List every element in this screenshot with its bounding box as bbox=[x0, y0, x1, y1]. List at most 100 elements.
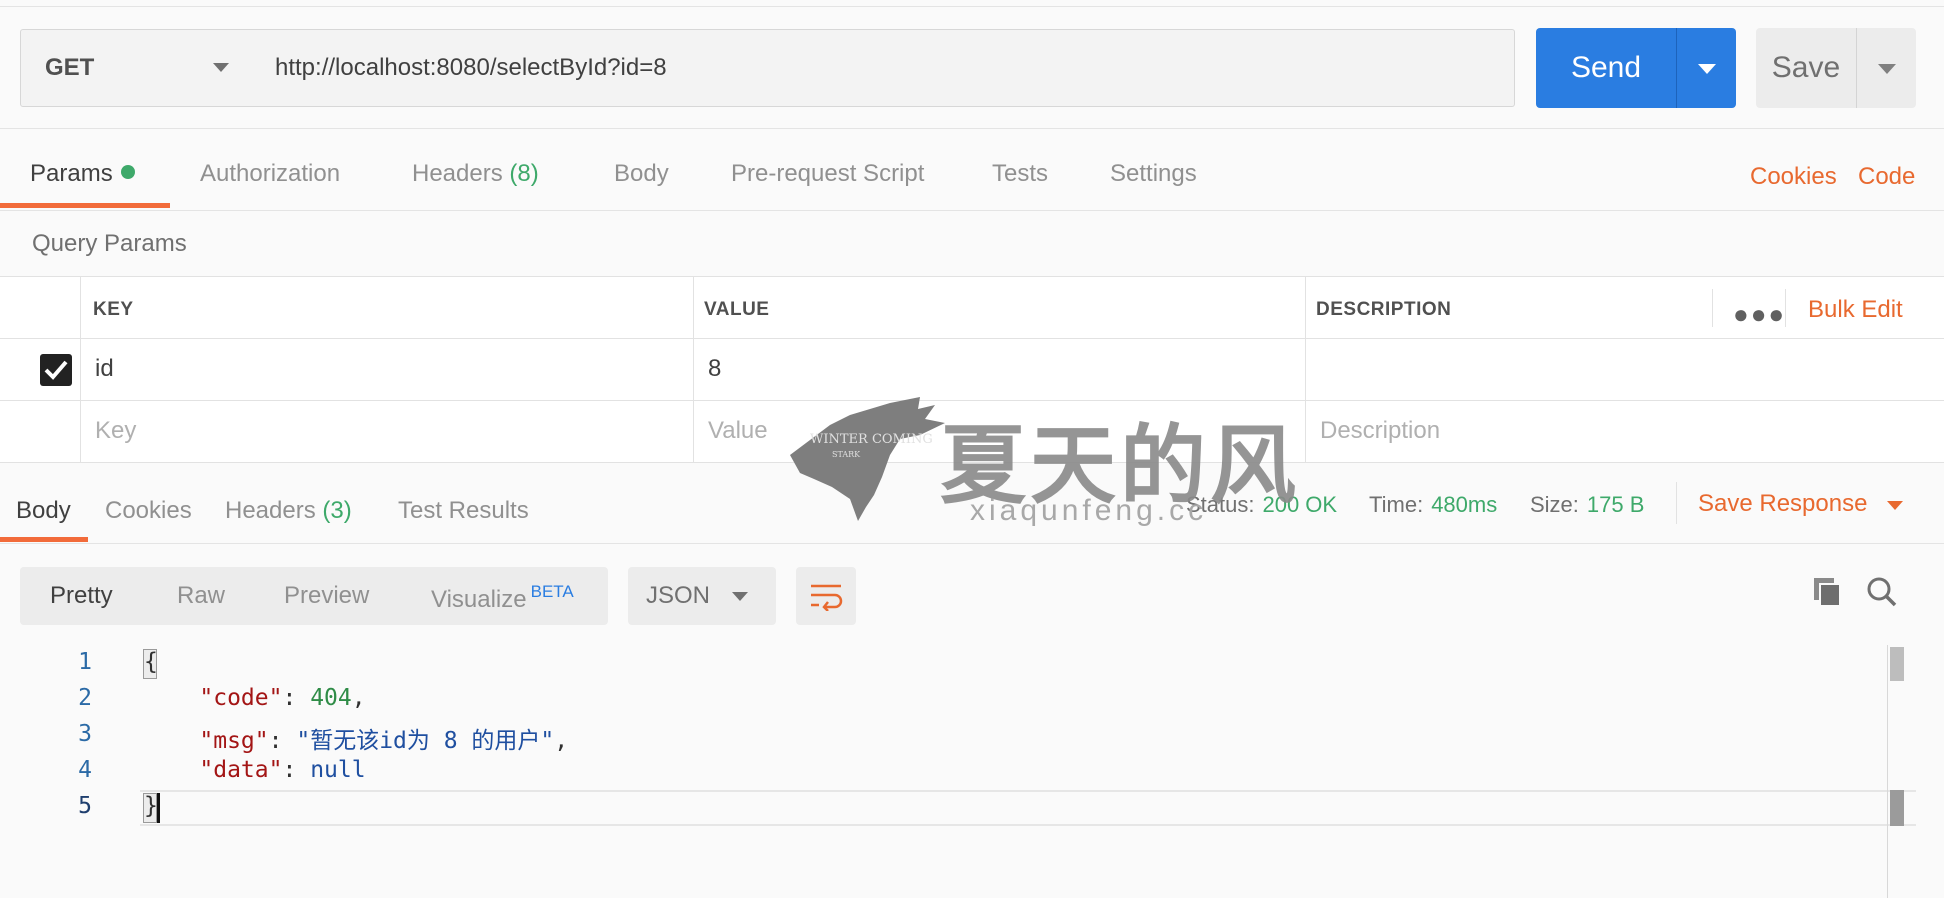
chevron-down-icon bbox=[213, 63, 229, 72]
active-tab-indicator bbox=[0, 203, 170, 208]
save-response-button[interactable]: Save Response bbox=[1698, 490, 1867, 518]
scrollbar-thumb[interactable] bbox=[1890, 647, 1904, 681]
chevron-down-icon bbox=[732, 592, 748, 601]
postman-window: GET http://localhost:8080/selectById?id=… bbox=[0, 0, 1944, 898]
tab-params[interactable]: Params bbox=[30, 160, 135, 188]
tab-headers[interactable]: Headers (8) bbox=[412, 160, 539, 188]
view-pretty[interactable]: Pretty bbox=[20, 567, 143, 625]
response-body-editor[interactable]: 1 2 3 4 5 { "code": 404, "msg": "暂无该id为 … bbox=[0, 645, 1944, 898]
code-line: } bbox=[144, 793, 158, 819]
tab-tests[interactable]: Tests bbox=[992, 160, 1048, 188]
new-key-input[interactable]: Key bbox=[95, 417, 136, 445]
visualize-label: Visualize bbox=[431, 586, 527, 613]
method-select[interactable]: GET bbox=[20, 29, 254, 107]
tab-label: Headers bbox=[412, 160, 503, 187]
column-divider bbox=[693, 277, 694, 463]
table-header-row: KEY VALUE DESCRIPTION ●●● Bulk Edit bbox=[0, 277, 1944, 339]
send-button[interactable]: Send bbox=[1536, 28, 1736, 108]
divider bbox=[0, 210, 1944, 211]
tab-label: Settings bbox=[1110, 160, 1197, 187]
divider bbox=[1712, 289, 1713, 327]
chevron-down-icon bbox=[1878, 64, 1896, 74]
code-line: "msg": "暂无该id为 8 的用户", bbox=[199, 728, 569, 754]
tab-label: Authorization bbox=[200, 160, 341, 187]
url-text: http://localhost:8080/selectById?id=8 bbox=[275, 54, 667, 81]
view-preview[interactable]: Preview bbox=[284, 582, 369, 610]
active-tab-indicator bbox=[0, 537, 88, 542]
tab-response-headers[interactable]: Headers (3) bbox=[225, 497, 352, 525]
view-mode-group: Pretty Raw Preview Visualize BETA bbox=[20, 567, 608, 625]
tab-authorization[interactable]: Authorization bbox=[200, 160, 340, 188]
time-label: Time: bbox=[1369, 492, 1424, 517]
size-value: 175 B bbox=[1586, 492, 1645, 517]
param-enabled-checkbox[interactable] bbox=[40, 354, 72, 386]
close-brace: } bbox=[144, 793, 158, 819]
divider bbox=[1676, 482, 1677, 524]
code-line: "data": null bbox=[199, 757, 366, 783]
code-link[interactable]: Code bbox=[1858, 163, 1915, 191]
params-active-dot bbox=[120, 165, 135, 179]
tab-settings[interactable]: Settings bbox=[1110, 160, 1197, 188]
send-options-button[interactable] bbox=[1676, 28, 1736, 108]
scrollbar-marker bbox=[1890, 790, 1904, 826]
json-value: 404 bbox=[310, 685, 352, 711]
code-line: { bbox=[144, 649, 158, 675]
json-value: null bbox=[310, 757, 366, 783]
current-line-highlight bbox=[140, 790, 1916, 826]
column-header-key: KEY bbox=[93, 299, 134, 320]
line-number: 2 bbox=[78, 685, 92, 711]
json-value: "暂无该id为 8 的用户" bbox=[296, 728, 555, 754]
new-description-input[interactable]: Description bbox=[1320, 417, 1440, 445]
tab-label: Params bbox=[30, 160, 113, 187]
tab-label: Pre-request Script bbox=[731, 160, 925, 187]
text-cursor bbox=[157, 793, 160, 823]
size-label: Size: bbox=[1530, 492, 1579, 517]
divider bbox=[0, 128, 1944, 129]
checkmark-icon bbox=[44, 360, 68, 380]
chevron-down-icon bbox=[1698, 64, 1716, 74]
tab-pre-request-script[interactable]: Pre-request Script bbox=[731, 160, 924, 188]
watermark-subtitle: xiaqunfeng.cc bbox=[970, 494, 1208, 527]
url-input[interactable]: http://localhost:8080/selectById?id=8 bbox=[253, 29, 1515, 107]
send-label: Send bbox=[1570, 51, 1642, 84]
top-border bbox=[0, 6, 1944, 7]
search-icon[interactable] bbox=[1866, 576, 1898, 608]
json-key: "code" bbox=[199, 685, 283, 711]
cookies-link[interactable]: Cookies bbox=[1750, 163, 1837, 191]
json-key: "data" bbox=[199, 757, 283, 783]
tab-response-cookies[interactable]: Cookies bbox=[105, 497, 192, 525]
column-divider bbox=[80, 277, 81, 463]
request-tabs: Params Authorization Headers (8) Body Pr… bbox=[0, 150, 1944, 210]
wrap-lines-button[interactable] bbox=[796, 567, 856, 625]
response-headers-count: (3) bbox=[322, 497, 352, 524]
query-params-title: Query Params bbox=[32, 230, 187, 257]
tab-response-body[interactable]: Body bbox=[16, 497, 71, 525]
view-raw[interactable]: Raw bbox=[177, 582, 225, 610]
tab-body[interactable]: Body bbox=[614, 160, 669, 188]
tab-test-results[interactable]: Test Results bbox=[398, 497, 529, 525]
scrollbar[interactable] bbox=[1887, 645, 1911, 898]
save-options-button[interactable] bbox=[1856, 28, 1916, 108]
new-value-input[interactable]: Value bbox=[708, 417, 768, 445]
more-options-icon[interactable]: ●●● bbox=[1733, 299, 1786, 330]
divider bbox=[0, 543, 1944, 544]
chevron-down-icon[interactable] bbox=[1887, 501, 1903, 510]
bulk-edit-link[interactable]: Bulk Edit bbox=[1808, 296, 1903, 324]
view-visualize[interactable]: Visualize BETA bbox=[431, 582, 574, 614]
param-key-cell[interactable]: id bbox=[95, 355, 114, 383]
wrap-icon bbox=[811, 584, 843, 611]
beta-badge: BETA bbox=[530, 582, 574, 601]
line-number: 3 bbox=[78, 721, 92, 747]
column-divider bbox=[1305, 277, 1306, 463]
format-select[interactable]: JSON bbox=[628, 567, 776, 625]
tab-label: Headers bbox=[225, 497, 316, 524]
size-readout: Size: 175 B bbox=[1530, 492, 1644, 518]
open-brace: { bbox=[144, 649, 158, 675]
format-label: JSON bbox=[646, 582, 711, 609]
copy-icon[interactable] bbox=[1812, 576, 1844, 608]
line-number: 4 bbox=[78, 757, 92, 783]
time-value: 480ms bbox=[1431, 492, 1498, 517]
tab-label: Body bbox=[614, 160, 669, 187]
param-value-cell[interactable]: 8 bbox=[708, 355, 721, 383]
save-button[interactable]: Save bbox=[1756, 28, 1916, 108]
